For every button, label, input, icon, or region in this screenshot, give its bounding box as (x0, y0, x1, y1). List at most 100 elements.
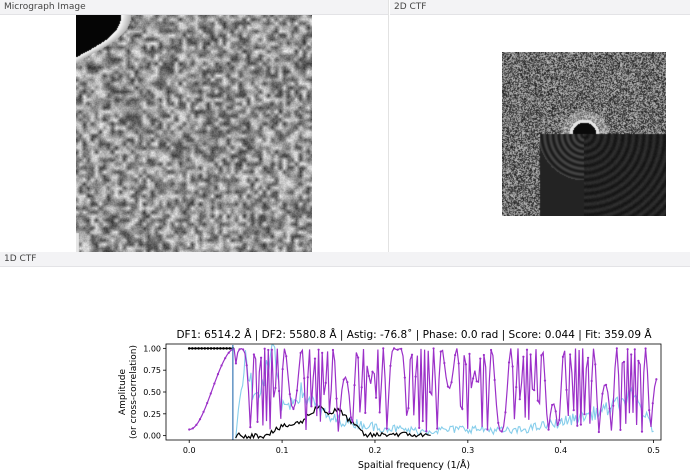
x-tick-label: 0.3 (461, 446, 474, 455)
fit-ctf-point (633, 348, 636, 351)
cc-point (197, 347, 200, 350)
fit-ctf-point (425, 430, 428, 433)
fit-ctf-point (594, 363, 597, 366)
fit-ctf-point (195, 423, 198, 426)
fit-ctf-point (630, 353, 633, 356)
fit-ctf-point (583, 413, 586, 416)
cc-point (222, 347, 225, 350)
y-axis-label-sub: (or cross-correlation) (129, 345, 139, 439)
fit-ctf-point (317, 348, 320, 351)
fit-ctf-point (209, 392, 212, 395)
fit-ctf-point (234, 362, 238, 365)
fit-ctf-point (292, 407, 295, 410)
fit-ctf-point (518, 398, 521, 401)
fit-ctf-point (357, 356, 360, 359)
fit-ctf-point (475, 380, 478, 383)
fit-ctf-point (547, 428, 550, 431)
fit-ctf-point (259, 356, 263, 359)
fit-ctf-point (608, 407, 611, 410)
fit-ctf-point (281, 367, 284, 371)
fit-ctf-point (288, 393, 291, 396)
cc-point (219, 347, 222, 350)
fit-ctf-point (457, 362, 460, 365)
fit-ctf-point (263, 347, 266, 350)
fit-ctf-point (644, 347, 647, 350)
fit-ctf-point (364, 411, 367, 414)
fit-ctf-point (461, 407, 464, 410)
fit-ctf-point (285, 355, 288, 358)
ctf1d-chart: DF1: 6514.2 Å | DF2: 5580.8 Å | Astig: -… (118, 328, 662, 471)
fit-ctf-point (267, 348, 270, 352)
ctf2d-panel-title: 2D CTF (390, 0, 690, 15)
cc-point (228, 347, 232, 350)
cc-point (194, 347, 197, 350)
ctf2d-image (502, 52, 666, 216)
fit-ctf-point (303, 377, 306, 380)
fit-ctf-point (482, 353, 485, 357)
fit-ctf-point (252, 353, 255, 356)
fit-ctf-point (410, 353, 414, 356)
fit-ctf-point (655, 378, 658, 381)
fit-ctf-point (227, 351, 230, 354)
fit-ctf-point (507, 361, 511, 364)
fit-ctf-point (436, 427, 439, 430)
fit-ctf-point (590, 379, 593, 383)
cc-point (187, 347, 191, 350)
fit-ctf-point (206, 401, 209, 405)
cc-point (225, 347, 228, 350)
fit-ctf-point (238, 348, 241, 351)
fit-ctf-point (216, 373, 220, 376)
fit-ctf-point (576, 424, 579, 427)
fit-ctf-point (198, 418, 202, 421)
fit-ctf-point (428, 390, 432, 394)
fit-ctf-point (202, 410, 205, 413)
fit-ctf-point (335, 397, 338, 400)
fit-ctf-point (324, 381, 327, 384)
fit-ctf-point (454, 354, 457, 357)
fit-ctf-point (249, 426, 252, 429)
micrograph-image (76, 15, 312, 252)
fit-ctf-point (601, 392, 604, 395)
x-axis-label: Spaitial frequency (1/Å) (358, 459, 470, 471)
fit-ctf-point (468, 352, 471, 355)
fit-ctf-point (497, 421, 500, 424)
fit-ctf-point (321, 351, 324, 354)
fit-ctf-point (551, 403, 554, 407)
x-tick-label: 0.2 (369, 446, 382, 455)
cc-point (206, 347, 210, 350)
fit-ctf-point (313, 357, 317, 360)
fit-ctf-point (615, 347, 618, 350)
fit-ctf-point (579, 423, 582, 426)
fit-ctf-point (360, 386, 363, 389)
fit-ctf-point (586, 356, 590, 359)
fit-ctf-point (374, 396, 378, 399)
fit-ctf-point (295, 389, 299, 392)
fit-ctf-point (554, 410, 557, 413)
ctf1d-panel-title: 1D CTF (0, 252, 690, 267)
fit-ctf-point (500, 430, 503, 433)
fit-ctf-point (479, 357, 482, 360)
fit-ctf-point (622, 360, 626, 363)
micrograph-panel-title: Micrograph Image (0, 0, 388, 15)
fit-ctf-point (346, 380, 349, 384)
fit-ctf-point (382, 347, 385, 350)
fit-ctf-point (522, 355, 525, 358)
y-tick-label: 0.50 (143, 388, 161, 397)
fit-ctf-point (640, 430, 644, 433)
fit-ctf-point (651, 402, 654, 405)
fit-ctf-point (533, 389, 536, 392)
fit-ctf-point (277, 389, 281, 393)
fit-ctf-line (189, 347, 657, 433)
fit-ctf-point (486, 428, 489, 431)
y-tick-label: 1.00 (143, 344, 161, 353)
fit-ctf-point (400, 347, 403, 350)
cc-point (212, 347, 216, 350)
fit-ctf-point (224, 357, 227, 360)
fit-ctf-point (565, 388, 568, 392)
fit-ctf-point (619, 428, 622, 432)
fit-ctf-point (561, 355, 565, 359)
cc-point (215, 347, 219, 350)
fit-ctf-point (558, 418, 561, 422)
fit-ctf-point (299, 351, 302, 355)
fit-ctf-point (626, 348, 629, 351)
